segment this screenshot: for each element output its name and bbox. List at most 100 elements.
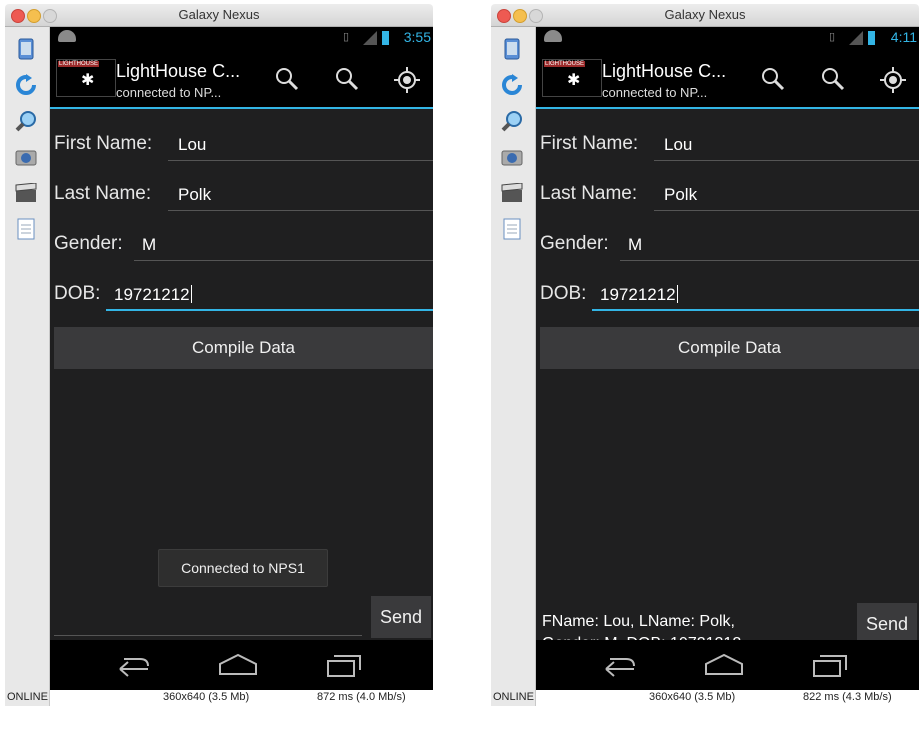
window-titlebar: Galaxy Nexus	[5, 4, 433, 27]
compile-data-button[interactable]: Compile Data	[540, 327, 919, 369]
first-name-input[interactable]: Lou	[664, 135, 692, 155]
search-icon[interactable]	[274, 67, 300, 93]
dob-field: DOB: 19721212	[54, 275, 433, 311]
bluetooth-icon: ✱	[567, 72, 581, 89]
locate-icon[interactable]	[880, 67, 906, 93]
logo-text: LIGHTHOUSE	[58, 61, 100, 67]
input-underline	[620, 260, 919, 261]
send-button[interactable]: Send	[857, 603, 917, 645]
device-screen: ▯ 3:55 LIGHTHOUSE ✱ LightHouse C... conn…	[50, 27, 433, 690]
input-underline	[654, 210, 919, 211]
emulator-sidebar	[491, 27, 536, 706]
last-name-field: Last Name: Polk	[540, 175, 919, 211]
rotate-icon[interactable]	[500, 73, 524, 97]
signal-icon	[849, 31, 863, 45]
signal-icon	[363, 31, 377, 45]
dob-input[interactable]: 19721212	[114, 285, 192, 305]
app-subtitle: connected to NP...	[116, 85, 222, 100]
last-name-input[interactable]: Polk	[178, 185, 211, 205]
home-icon[interactable]	[702, 652, 746, 678]
zoom-icon[interactable]	[500, 109, 524, 133]
video-icon[interactable]	[500, 181, 524, 205]
window-titlebar: Galaxy Nexus	[491, 4, 919, 27]
input-underline-active	[592, 309, 919, 311]
input-underline	[168, 160, 433, 161]
search-icon[interactable]	[820, 67, 846, 93]
window-title: Galaxy Nexus	[178, 7, 260, 22]
camera-icon[interactable]	[500, 145, 524, 169]
app-subtitle: connected to NP...	[602, 85, 708, 100]
battery-icon	[382, 31, 389, 45]
last-name-field: Last Name: Polk	[54, 175, 433, 211]
gender-input[interactable]: M	[142, 235, 156, 255]
device-screen: ▯ 4:11 LIGHTHOUSE ✱ LightHouse C... conn…	[536, 27, 919, 690]
gender-label: Gender:	[54, 233, 123, 254]
last-name-input[interactable]: Polk	[664, 185, 697, 205]
input-underline	[134, 260, 433, 261]
search-icon[interactable]	[760, 67, 786, 93]
latency-info: 822 ms (4.3 Mb/s)	[803, 691, 892, 703]
action-bar: LIGHTHOUSE ✱ LightHouse C... connected t…	[536, 49, 919, 109]
search-icon[interactable]	[334, 67, 360, 93]
document-icon[interactable]	[14, 217, 38, 241]
message-line-1: FName: Lou, LName: Polk,	[542, 613, 735, 630]
text-cursor	[676, 285, 678, 303]
navigation-bar	[50, 640, 433, 690]
phone-icon[interactable]	[500, 37, 524, 61]
status-time: 3:55	[403, 29, 431, 45]
app-logo: LIGHTHOUSE ✱	[542, 59, 602, 97]
emulator-footer: ONLINE 360x640 (3.5 Mb) 872 ms (4.0 Mb/s…	[5, 690, 433, 706]
compile-data-button[interactable]: Compile Data	[54, 327, 433, 369]
emulator-window-right: Galaxy Nexus ▯ 4:11 LIGHTHOUSE ✱ LightHo…	[491, 4, 919, 706]
input-underline	[168, 210, 433, 211]
phone-icon[interactable]	[14, 37, 38, 61]
recent-apps-icon[interactable]	[322, 652, 366, 678]
input-underline-active	[106, 309, 433, 311]
window-title: Galaxy Nexus	[664, 7, 746, 22]
resolution-info: 360x640 (3.5 Mb)	[163, 691, 250, 703]
first-name-field: First Name: Lou	[54, 125, 433, 161]
first-name-input[interactable]: Lou	[178, 135, 206, 155]
navigation-bar	[536, 640, 919, 690]
emulator-footer: ONLINE 360x640 (3.5 Mb) 822 ms (4.3 Mb/s…	[491, 690, 919, 706]
video-icon[interactable]	[14, 181, 38, 205]
emulator-window-left: Galaxy Nexus ▯ 3:55 LIGHTHOUSE ✱ LightHo…	[5, 4, 433, 706]
dob-label: DOB:	[54, 283, 101, 304]
connection-status: ONLINE	[7, 691, 48, 703]
recent-apps-icon[interactable]	[808, 652, 852, 678]
dob-input[interactable]: 19721212	[600, 285, 678, 305]
vibrate-icon: ▯	[342, 31, 349, 43]
toast-message: Connected to NPS1	[158, 549, 328, 587]
status-bar: ▯ 3:55	[50, 27, 433, 49]
app-logo: LIGHTHOUSE ✱	[56, 59, 116, 97]
gender-field: Gender: M	[54, 225, 433, 261]
dob-value: 19721212	[114, 285, 190, 304]
dob-value: 19721212	[600, 285, 676, 304]
gender-field: Gender: M	[540, 225, 919, 261]
locate-icon[interactable]	[394, 67, 420, 93]
emulator-sidebar	[5, 27, 50, 706]
back-icon[interactable]	[110, 652, 154, 678]
last-name-label: Last Name:	[540, 183, 638, 204]
message-input[interactable]	[54, 635, 362, 636]
home-icon[interactable]	[216, 652, 260, 678]
gender-label: Gender:	[540, 233, 609, 254]
battery-icon	[868, 31, 875, 45]
latency-info: 872 ms (4.0 Mb/s)	[317, 691, 406, 703]
android-notification-icon	[544, 30, 562, 42]
gender-input[interactable]: M	[628, 235, 642, 255]
zoom-icon[interactable]	[14, 109, 38, 133]
back-icon[interactable]	[596, 652, 640, 678]
document-icon[interactable]	[500, 217, 524, 241]
resolution-info: 360x640 (3.5 Mb)	[649, 691, 736, 703]
action-bar: LIGHTHOUSE ✱ LightHouse C... connected t…	[50, 49, 433, 109]
logo-text: LIGHTHOUSE	[544, 61, 586, 67]
status-bar: ▯ 4:11	[536, 27, 919, 49]
camera-icon[interactable]	[14, 145, 38, 169]
send-button[interactable]: Send	[371, 596, 431, 638]
vibrate-icon: ▯	[828, 31, 835, 43]
bluetooth-icon: ✱	[81, 72, 95, 89]
rotate-icon[interactable]	[14, 73, 38, 97]
input-underline	[654, 160, 919, 161]
dob-field: DOB: 19721212	[540, 275, 919, 311]
